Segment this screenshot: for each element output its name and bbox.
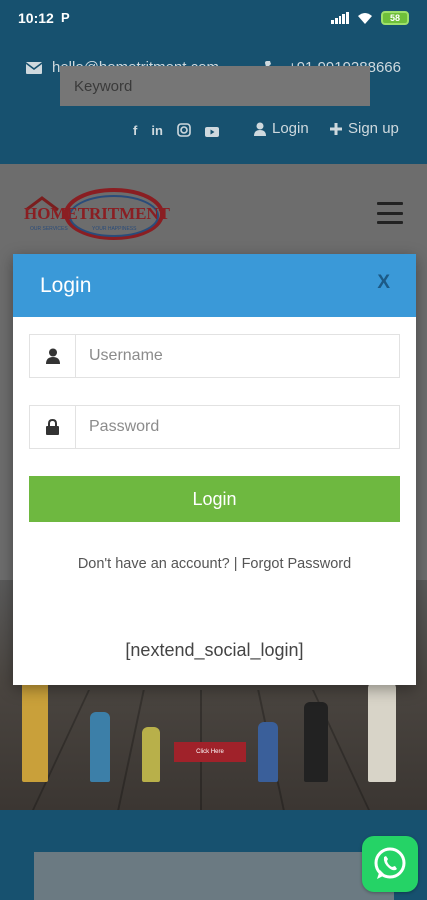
whatsapp-icon <box>374 847 406 879</box>
register-link[interactable]: Don't have an account? <box>78 556 230 572</box>
worker-figure <box>90 712 110 782</box>
lock-icon <box>30 406 76 448</box>
password-field <box>29 405 400 449</box>
social-login-shortcode: [nextend_social_login] <box>125 640 304 660</box>
worker-figure <box>142 727 160 782</box>
hamburger-menu-icon[interactable] <box>377 202 403 224</box>
plus-icon <box>330 122 342 135</box>
worker-figure <box>22 672 48 782</box>
site-header: HOMETRITMENT OUR SERVICES YOUR HAPPINESS <box>0 164 427 254</box>
user-icon <box>254 122 266 136</box>
logo-tagline-right: YOUR HAPPINESS <box>92 226 137 232</box>
close-icon[interactable]: X <box>377 272 390 294</box>
login-modal: Login X Login Don't have an account? | F… <box>13 254 416 685</box>
envelope-icon <box>26 61 42 74</box>
modal-title: Login <box>40 274 92 297</box>
links-separator: | <box>233 556 238 572</box>
hometritment-logo[interactable]: HOMETRITMENT OUR SERVICES YOUR HAPPINESS <box>22 186 172 242</box>
password-input[interactable] <box>76 406 399 448</box>
modal-header: Login X <box>13 254 416 317</box>
username-input[interactable] <box>76 335 399 377</box>
header-login-link[interactable]: Login <box>254 120 309 137</box>
signal-icon <box>331 12 349 24</box>
worker-figure <box>368 682 396 782</box>
username-field <box>29 334 400 378</box>
header-signup-link[interactable]: Sign up <box>330 120 399 137</box>
linkedin-icon[interactable]: in <box>151 123 163 138</box>
click-here-button[interactable]: Click Here <box>174 742 246 762</box>
user-icon <box>30 335 76 377</box>
forgot-password-link[interactable]: Forgot Password <box>242 556 352 572</box>
worker-figure <box>304 702 328 782</box>
parking-notification-icon: P <box>61 10 70 25</box>
logo-tagline-left: OUR SERVICES <box>30 226 68 232</box>
logo-brand-text: HOMETRITMENT <box>24 204 171 223</box>
wifi-icon <box>358 12 372 24</box>
account-links: Don't have an account? | Forgot Password <box>13 556 416 572</box>
social-bar: f in Login Sign up <box>0 100 427 164</box>
battery-icon: 58 <box>381 11 409 25</box>
header-login-label: Login <box>272 120 309 137</box>
search-card <box>34 852 394 900</box>
worker-figure <box>258 722 278 782</box>
youtube-icon[interactable] <box>204 123 219 137</box>
keyword-input[interactable]: Keyword <box>60 66 370 106</box>
instagram-icon[interactable] <box>177 123 191 137</box>
header-signup-label: Sign up <box>348 120 399 137</box>
status-bar: 10:12 P 58 <box>0 0 427 36</box>
facebook-icon[interactable]: f <box>133 123 137 138</box>
whatsapp-button[interactable] <box>362 836 418 892</box>
status-time: 10:12 <box>18 10 54 26</box>
login-button[interactable]: Login <box>29 476 400 522</box>
